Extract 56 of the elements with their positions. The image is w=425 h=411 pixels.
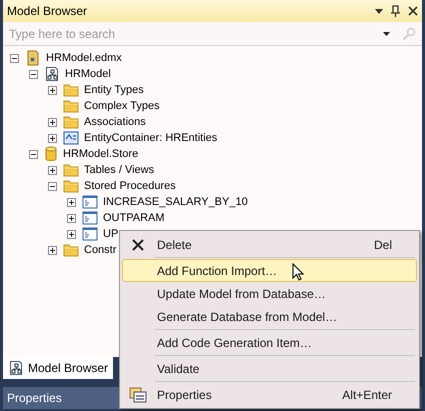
collapse-icon[interactable] [10,54,19,62]
panel-title: Model Browser [7,4,88,18]
tree-item[interactable]: HRModel.edmx [44,52,124,64]
menu-item[interactable]: Delete Del [122,233,417,256]
tree-item[interactable]: INCREASE_SALARY_BY_10 [101,196,250,208]
tree-item[interactable]: Associations [82,116,148,128]
panel-title: Properties [7,391,62,405]
diagram-icon [44,66,60,82]
panel-tab[interactable]: Model Browser [3,357,114,379]
tree-item[interactable]: EntityContainer: HREntities [82,132,220,144]
expand-icon[interactable] [48,246,57,254]
folder-icon [63,243,79,257]
folder-icon [63,115,79,129]
expand-icon[interactable] [67,198,76,206]
expand-icon[interactable] [48,86,57,94]
diagram-icon [8,360,24,376]
cursor-icon [292,263,304,281]
collapse-icon[interactable] [29,150,38,158]
menu-item[interactable]: Add Code Generation Item… [122,331,417,354]
tree-item[interactable]: Tables / Views [82,164,156,176]
folder-icon [63,99,79,113]
tree-item[interactable]: Stored Procedures [82,180,178,192]
tree-item[interactable]: UP [101,228,120,240]
expand-icon[interactable] [48,118,57,126]
folder-icon [63,179,79,193]
close-icon [132,238,144,250]
container-icon [63,130,79,146]
tree-item[interactable]: Complex Types [82,100,162,112]
pin-icon[interactable] [391,5,400,17]
tree-item[interactable]: OUTPARAM [101,212,167,224]
dropdown-icon[interactable] [382,30,392,36]
expand-icon[interactable] [48,134,57,142]
menu-item[interactable]: Properties Alt+Enter [122,383,417,406]
collapse-icon[interactable] [29,70,38,78]
database-icon [44,146,58,162]
tree-item[interactable]: HRModel.Store [61,148,140,160]
folder-icon [63,83,79,97]
tree-item[interactable]: Constr [82,244,118,256]
procedure-icon [82,194,98,210]
properties-icon [129,386,147,402]
procedure-icon [82,210,98,226]
tree-item[interactable]: HRModel [63,68,113,80]
procedure-icon [82,226,98,242]
tree-item[interactable]: Entity Types [82,84,146,96]
close-icon[interactable] [408,6,418,16]
model-file-icon [25,50,41,66]
expand-icon[interactable] [48,166,57,174]
menu-item[interactable]: Validate [122,357,417,380]
expand-icon[interactable] [67,230,76,238]
folder-icon [63,163,79,177]
dropdown-icon[interactable] [375,8,383,14]
menu-item[interactable]: Add Function Import… [122,259,417,282]
menu-item[interactable]: Generate Database from Model… [122,305,417,328]
expand-icon[interactable] [67,214,76,222]
collapse-icon[interactable] [48,182,57,190]
menu-item[interactable]: Update Model from Database… [122,282,417,305]
